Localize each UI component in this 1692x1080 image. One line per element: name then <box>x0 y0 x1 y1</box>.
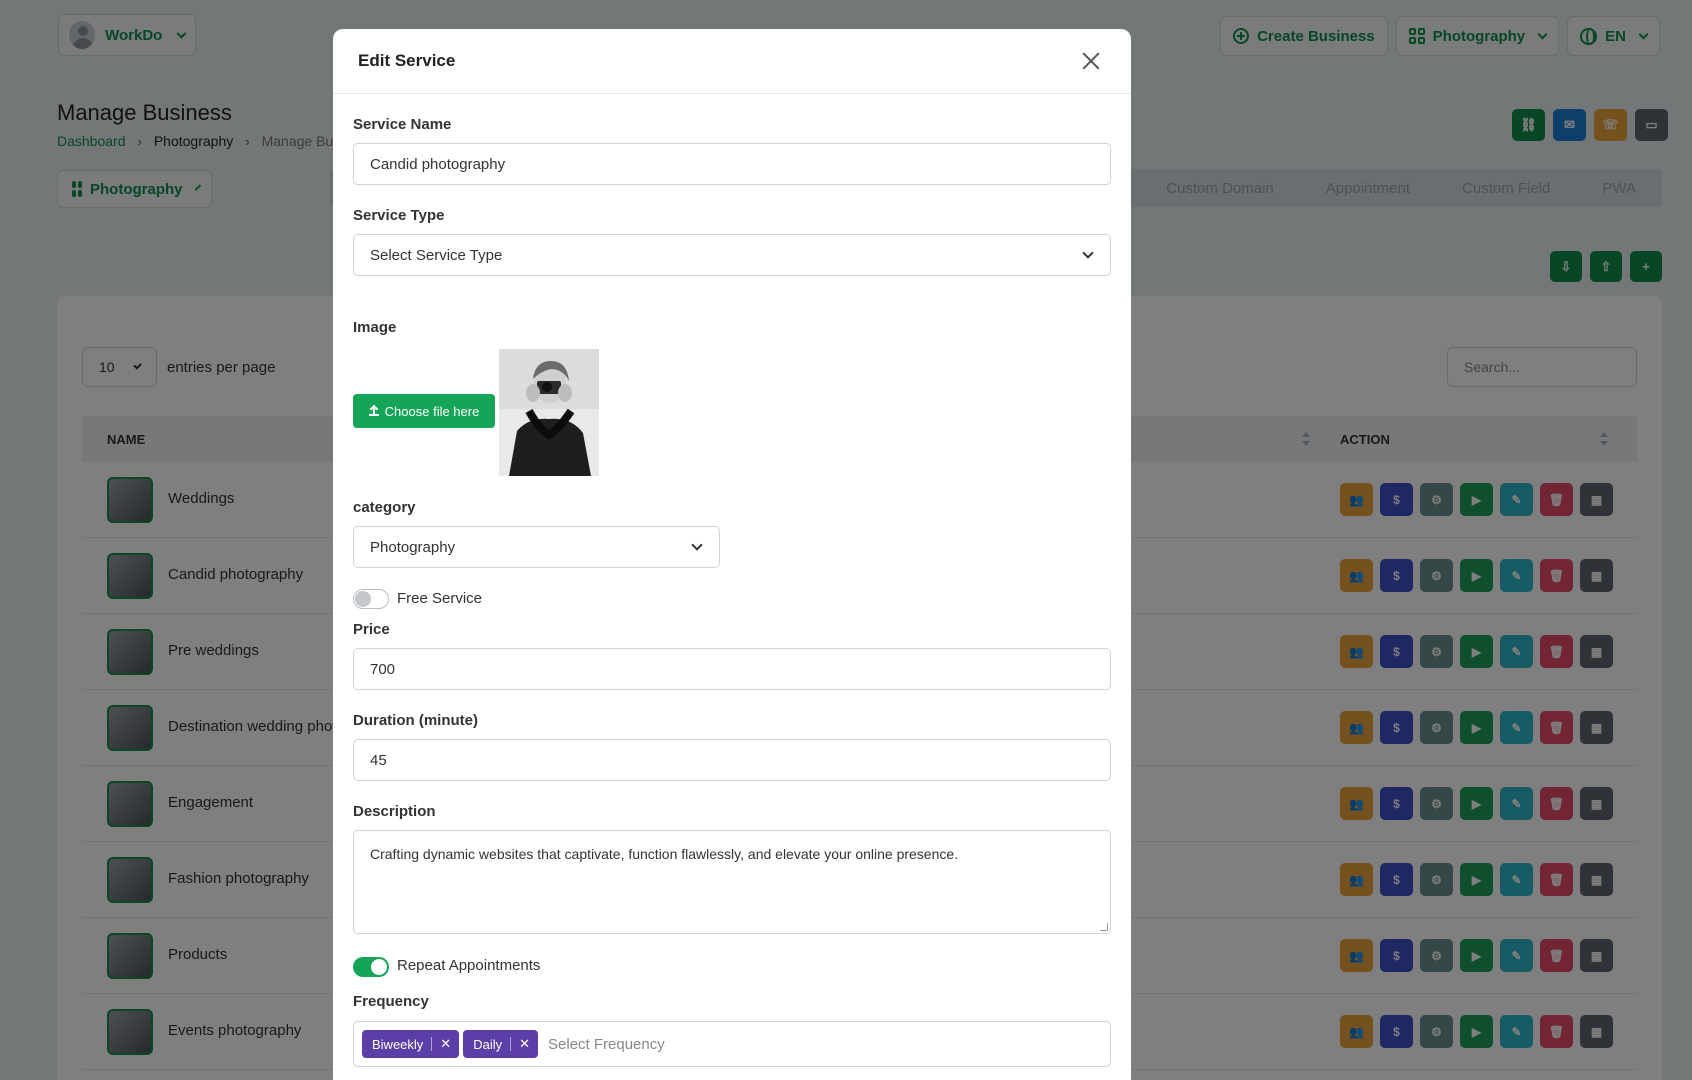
service-name-label: Service Name <box>353 116 452 133</box>
repeat-appointments-toggle[interactable] <box>353 957 389 977</box>
edit-service-modal: Edit Service Service Name Candid photogr… <box>333 29 1131 1080</box>
upload-icon <box>368 406 379 416</box>
modal-title: Edit Service <box>358 51 456 70</box>
free-service-toggle[interactable] <box>353 589 389 609</box>
category-label: category <box>353 499 416 516</box>
duration-input[interactable]: 45 <box>353 739 1111 781</box>
service-name-input[interactable]: Candid photography <box>353 143 1111 185</box>
upload-label: Choose file here <box>384 403 480 419</box>
repeat-appointments-label: Repeat Appointments <box>397 957 541 974</box>
category-value: Photography <box>370 538 456 556</box>
frequency-tag-label: Biweekly <box>372 1036 424 1052</box>
close-icon[interactable] <box>1082 52 1100 70</box>
remove-tag-icon[interactable]: ✕ <box>519 1036 530 1052</box>
chevron-down-icon <box>1082 247 1094 259</box>
frequency-label: Frequency <box>353 993 429 1010</box>
frequency-placeholder: Select Frequency <box>548 1035 665 1053</box>
service-type-value: Select Service Type <box>370 246 503 264</box>
price-label: Price <box>353 621 390 638</box>
image-label: Image <box>353 319 397 336</box>
frequency-tag-label: Daily <box>473 1036 503 1052</box>
frequency-tag: Daily ✕ <box>463 1030 539 1058</box>
free-service-label: Free Service <box>397 590 483 607</box>
price-input[interactable]: 700 <box>353 648 1111 690</box>
upload-image-button[interactable]: Choose file here <box>353 394 495 428</box>
description-text: Crafting dynamic websites that captivate… <box>370 846 959 862</box>
duration-label: Duration (minute) <box>353 712 478 729</box>
service-type-select[interactable]: Select Service Type <box>353 234 1111 276</box>
remove-tag-icon[interactable]: ✕ <box>440 1036 451 1052</box>
service-type-label: Service Type <box>353 207 445 224</box>
modal-header: Edit Service <box>333 29 1131 94</box>
chevron-down-icon <box>691 539 703 551</box>
description-label: Description <box>353 803 436 820</box>
frequency-tag: Biweekly ✕ <box>362 1030 460 1058</box>
service-image-preview <box>499 349 599 476</box>
category-select[interactable]: Photography <box>353 526 720 568</box>
description-textarea[interactable]: Crafting dynamic websites that captivate… <box>353 830 1111 934</box>
frequency-multiselect[interactable]: Biweekly ✕ Daily ✕ Select Frequency <box>353 1021 1111 1067</box>
resize-handle-icon[interactable] <box>1100 923 1108 931</box>
